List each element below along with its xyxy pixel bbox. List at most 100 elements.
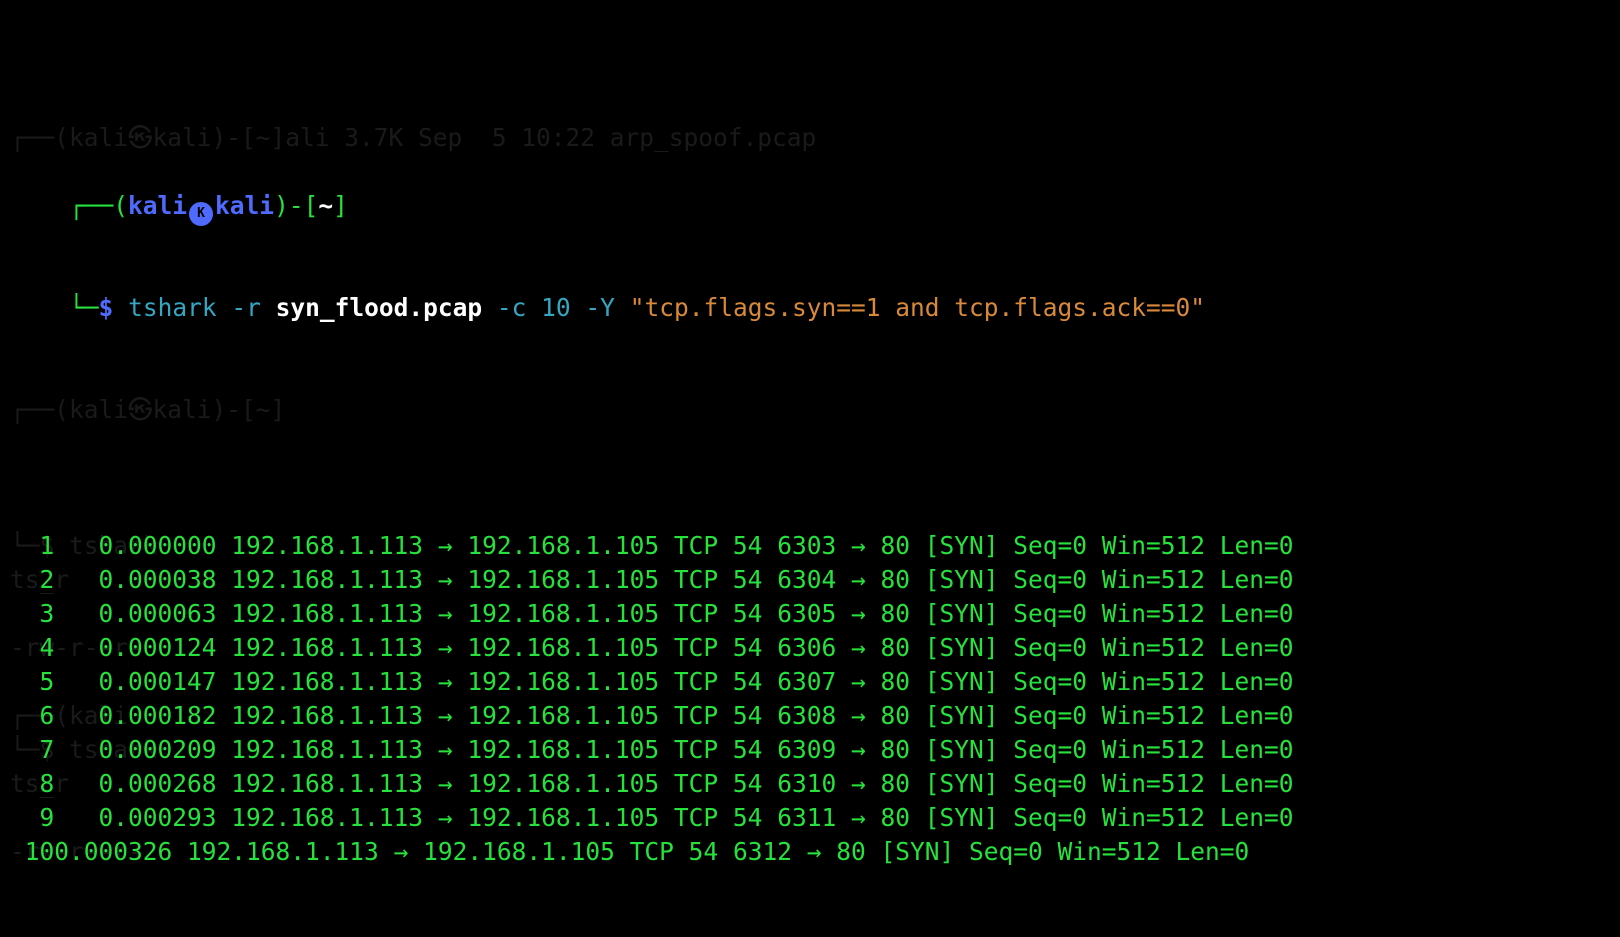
packet-sport: 6306 [777,633,837,662]
packet-len: 54 [732,769,763,798]
packet-info: [SYN] Seq=0 Win=512 Len=0 [924,565,1294,594]
packet-proto: TCP [673,531,719,560]
packet-arrow: → [437,667,453,696]
packet-arrow: → [850,769,866,798]
packet-row: ┌──(kali 6 0.000182 192.168.1.113 → 192.… [10,699,1610,733]
packet-proto: TCP [673,701,719,730]
packet-arrow: → [806,837,822,866]
packet-sport: 6311 [777,803,837,832]
packet-arrow: → [850,599,866,628]
packet-row: -rw-r--r- 100.000326 192.168.1.113 → 192… [10,835,1610,869]
packet-time: 0.000209 [98,735,217,764]
packet-info: [SYN] Seq=0 Win=512 Len=0 [924,531,1294,560]
packet-dport: 80 [880,599,911,628]
packet-sport: 6312 [732,837,792,866]
packet-len: 54 [688,837,719,866]
command-flag-r: -r [231,293,261,322]
terminal-window[interactable]: ┌──(kali㉿kali)-[~]ali 3.7K Sep 5 10:22 a… [10,19,1610,866]
packet-no: 7 [10,735,99,764]
packet-row: -rw-r--r- 4 0.000124 192.168.1.113 → 192… [10,631,1610,665]
prompt-box-top: ┌──( [69,191,129,220]
packet-len: 54 [732,599,763,628]
packet-len: 54 [732,633,763,662]
packet-dport: 80 [880,701,911,730]
packet-dst: 192.168.1.105 [467,565,660,594]
packet-src: 192.168.1.113 [231,769,424,798]
packet-no: 6 [10,701,99,730]
packet-proto: TCP [673,599,719,628]
packet-no: 8 [10,769,99,798]
packet-content: 1 0.000000 192.168.1.113 → 192.168.1.105… [10,531,1294,560]
packet-info: [SYN] Seq=0 Win=512 Len=0 [924,599,1294,628]
command-filter: "tcp.flags.syn==1 and tcp.flags.ack==0" [629,293,1205,322]
packet-row: 9 0.000293 192.168.1.113 → 192.168.1.105… [10,801,1610,835]
packet-arrow: → [437,599,453,628]
packet-src: 192.168.1.113 [231,531,424,560]
packet-content: 7 0.000209 192.168.1.113 → 192.168.1.105… [10,735,1294,764]
packet-time: 0.000063 [98,599,217,628]
ghost-line: ┌──(kali㉿kali)-[~] [10,393,1610,427]
packet-content: 2 0.000038 192.168.1.113 → 192.168.1.105… [10,565,1294,594]
packet-row: ts_r 2 0.000038 192.168.1.113 → 192.168.… [10,563,1610,597]
packet-time: 0.000293 [98,803,217,832]
packet-list: └─$ tshark 1 0.000000 192.168.1.113 → 19… [10,529,1610,869]
packet-no: 10 [10,837,55,866]
packet-dst: 192.168.1.105 [467,531,660,560]
packet-dst: 192.168.1.105 [467,701,660,730]
packet-arrow: → [850,633,866,662]
ghost-text: ┌──(kali㉿kali)-[~]ali 3.7K Sep 5 10:22 a… [10,123,817,152]
packet-content: 4 0.000124 192.168.1.113 → 192.168.1.105… [10,633,1294,662]
prompt-dir: ~ [318,191,334,220]
packet-sport: 6308 [777,701,837,730]
ghost-text: ┌──(kali㉿kali)-[~] [10,395,286,424]
packet-content: 9 0.000293 192.168.1.113 → 192.168.1.105… [10,803,1294,832]
packet-src: 192.168.1.113 [231,701,424,730]
packet-dst: 192.168.1.105 [467,735,660,764]
packet-no: 2 [10,565,99,594]
packet-dst: 192.168.1.105 [467,803,660,832]
packet-src: 192.168.1.113 [231,667,424,696]
packet-content: 8 0.000268 192.168.1.113 → 192.168.1.105… [10,769,1294,798]
command-flag-c: -c 10 -Y [496,293,615,322]
packet-arrow: → [437,735,453,764]
packet-sport: 6305 [777,599,837,628]
packet-content: 5 0.000147 192.168.1.113 → 192.168.1.105… [10,667,1294,696]
packet-info: [SYN] Seq=0 Win=512 Len=0 [924,701,1294,730]
packet-dport: 80 [880,735,911,764]
packet-sport: 6307 [777,667,837,696]
packet-info: [SYN] Seq=0 Win=512 Len=0 [924,735,1294,764]
packet-dst: 192.168.1.105 [467,769,660,798]
packet-len: 54 [732,531,763,560]
packet-no: 4 [10,633,99,662]
packet-info: [SYN] Seq=0 Win=512 Len=0 [924,633,1294,662]
packet-content: 3 0.000063 192.168.1.113 → 192.168.1.105… [10,599,1294,628]
packet-arrow: → [850,701,866,730]
packet-sport: 6303 [777,531,837,560]
packet-info: [SYN] Seq=0 Win=512 Len=0 [924,803,1294,832]
packet-no: 1 [10,531,99,560]
packet-proto: TCP [673,565,719,594]
packet-arrow: → [437,531,453,560]
packet-time: 0.000000 [98,531,217,560]
packet-row: └─$ tshark 1 0.000000 192.168.1.113 → 19… [10,529,1610,563]
packet-time: 0.000124 [98,633,217,662]
packet-time: 0.000268 [98,769,217,798]
packet-row: └─$ tshark 7 0.000209 192.168.1.113 → 19… [10,733,1610,767]
prompt-close-paren: )-[ [274,191,319,220]
packet-src: 192.168.1.113 [231,599,424,628]
packet-dport: 80 [836,837,866,866]
command-file: syn_flood.pcap [275,293,483,322]
prompt-line-top: ┌──(kali㉿kali)-[~]ali 3.7K Sep 5 10:22 a… [10,121,1610,226]
packet-time: 0.000038 [98,565,217,594]
kali-skull-icon: K [189,202,214,226]
packet-arrow: → [850,531,866,560]
command-line[interactable]: └─$ tshark -r syn_flood.pcap -c 10 -Y "t… [10,257,1610,322]
packet-len: 54 [732,701,763,730]
prompt-box-bottom: └─ [69,293,99,322]
packet-proto: TCP [629,837,674,866]
packet-info: [SYN] Seq=0 Win=512 Len=0 [924,769,1294,798]
packet-arrow: → [437,769,453,798]
packet-content: 100.000326 192.168.1.113 → 192.168.1.105… [10,837,1250,866]
packet-arrow: → [437,565,453,594]
packet-sport: 6304 [777,565,837,594]
